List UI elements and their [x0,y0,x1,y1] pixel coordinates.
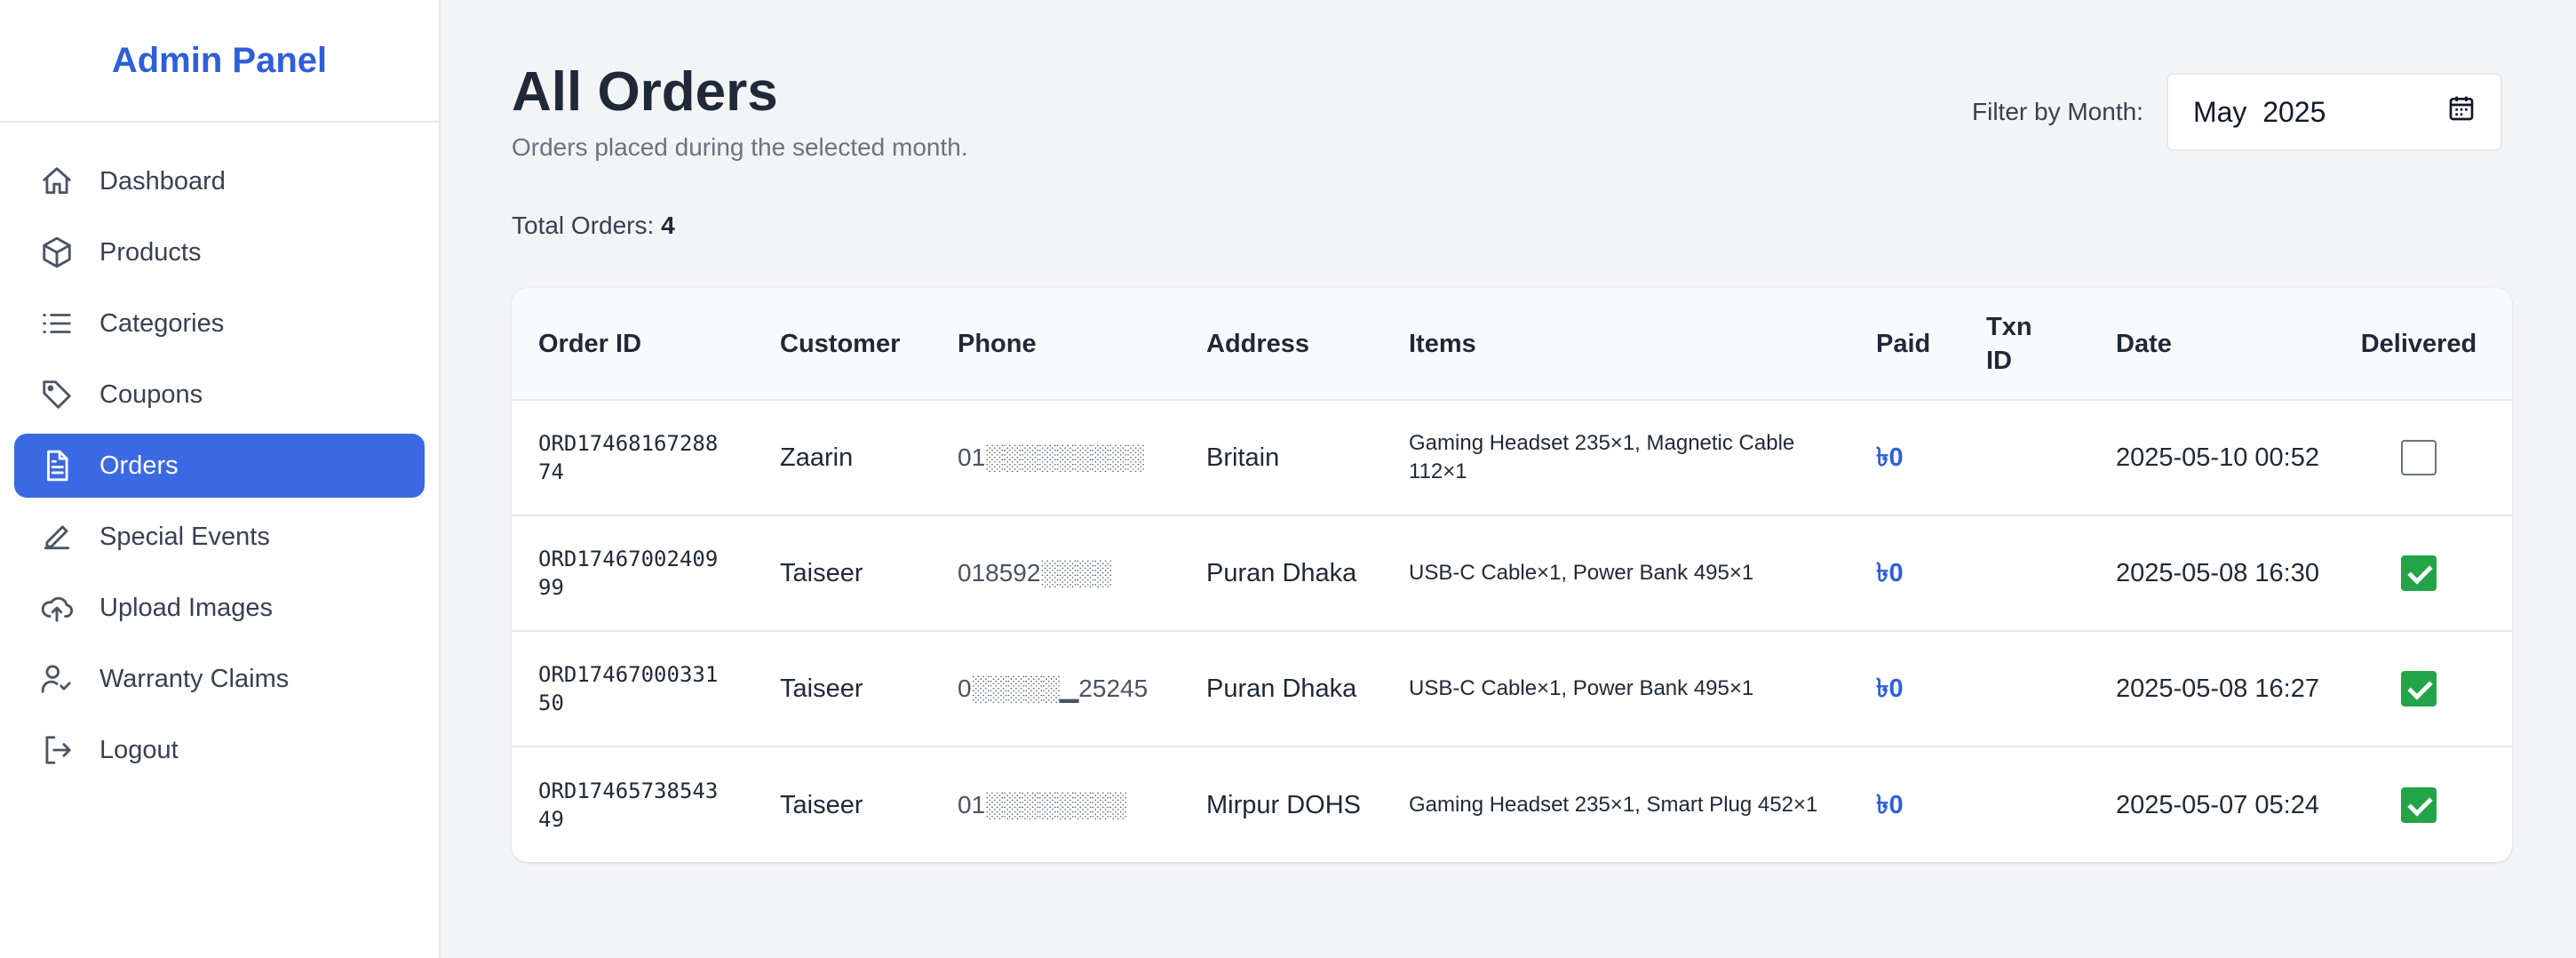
items: Gaming Headset 235×1, Smart Plug 452×1 [1409,792,1818,817]
total-orders-label: Total Orders: [512,212,655,239]
paid: ৳0 [1876,675,1904,703]
items: USB-C Cable×1, Power Bank 495×1 [1409,561,1754,585]
logout-icon [39,732,75,768]
delivered-cell [2326,631,2512,746]
user-check-icon [39,661,75,697]
address: Mirpur DOHS [1206,790,1362,819]
sidebar: Admin Panel Dashboard Products Categorie… [0,0,441,958]
pen-icon [39,519,75,555]
date: 2025-05-08 16:30 [2116,559,2319,587]
sidebar-item-label: Warranty Claims [99,664,290,693]
date: 2025-05-07 05:24 [2116,790,2319,819]
phone: 018592░░░░ [958,559,1111,587]
customer: Taiseer [780,790,863,819]
address: Puran Dhaka [1206,675,1357,703]
sidebar-item-label: Upload Images [99,593,274,622]
paid: ৳0 [1876,790,1904,819]
table-header-row: Order ID Customer Phone Address Items Pa… [512,288,2512,400]
customer: Taiseer [780,675,863,703]
column-header-delivered: Delivered [2360,329,2477,358]
column-header-items: Items [1409,329,1476,358]
delivered-checkbox[interactable] [2401,555,2437,592]
order-id: ORD17467002409 99 [538,547,719,600]
calendar-icon[interactable] [2447,94,2476,130]
sidebar-item-label: Dashboard [99,166,226,196]
sidebar-item-categories[interactable]: Categories [14,291,425,355]
total-orders-value: 4 [661,212,675,239]
sidebar-item-label: Coupons [99,379,203,409]
sidebar-item-coupons[interactable]: Coupons [14,363,425,427]
column-header-order-id: Order ID [538,329,642,358]
items: USB-C Cable×1, Power Bank 495×1 [1409,676,1754,700]
sidebar-item-special-events[interactable]: Special Events [14,505,425,569]
order-id: ORD17465738543 49 [538,778,719,832]
txn-id [1960,746,2089,862]
brand-title[interactable]: Admin Panel [112,41,327,81]
delivered-cell [2326,746,2512,862]
home-icon [39,164,75,199]
paid: ৳0 [1876,559,1904,587]
txn-id [1960,515,2089,631]
customer: Taiseer [780,559,863,587]
total-orders: Total Orders: 4 [512,212,675,240]
phone: 01░░░░░░░░░ [958,443,1144,471]
document-icon [39,448,75,483]
table-row: ORD17468167288 74 Zaarin 01░░░░░░░░░ Bri… [512,400,2512,515]
customer: Zaarin [780,443,854,472]
column-header-phone: Phone [958,329,1037,358]
table-row: ORD17467000331 50 Taiseer 0░░░░░▁25245 P… [512,631,2512,746]
txn-id [1960,400,2089,515]
delivered-checkbox[interactable] [2401,671,2437,707]
sidebar-item-logout[interactable]: Logout [14,718,425,782]
month-value: May 2025 [2192,95,2326,128]
sidebar-item-label: Categories [99,308,225,338]
filter-label: Filter by Month: [1972,98,2143,125]
sidebar-nav: Dashboard Products Categories Coupons Or… [0,123,439,782]
order-id: ORD17468167288 74 [538,431,719,484]
delivered-checkbox[interactable] [2401,440,2437,476]
month-filter: Filter by Month: May 2025 [1972,73,2502,151]
sidebar-item-dashboard[interactable]: Dashboard [14,149,425,213]
sidebar-item-label: Logout [99,735,179,764]
column-header-date: Date [2116,329,2172,358]
delivered-cell [2326,515,2512,631]
box-icon [39,235,75,270]
sidebar-item-label: Products [99,237,202,267]
list-icon [39,306,75,341]
orders-table-card: Order ID Customer Phone Address Items Pa… [512,288,2512,862]
paid: ৳0 [1876,443,1904,472]
order-id: ORD17467000331 50 [538,662,719,715]
sidebar-item-label: Special Events [99,522,270,551]
sidebar-item-upload-images[interactable]: Upload Images [14,576,425,640]
table-row: ORD17465738543 49 Taiseer 01░░░░░░░░ Mir… [512,746,2512,862]
month-input[interactable]: May 2025 [2166,73,2502,151]
items: Gaming Headset 235×1, Magnetic Cable 112… [1409,431,1795,483]
column-header-customer: Customer [780,329,901,358]
cloud-upload-icon [39,590,75,626]
phone: 01░░░░░░░░ [958,790,1126,818]
tag-icon [39,377,75,412]
sidebar-item-products[interactable]: Products [14,220,425,284]
date: 2025-05-08 16:27 [2116,675,2319,703]
brand: Admin Panel [0,0,439,123]
page-title: All Orders [512,61,778,123]
orders-table: Order ID Customer Phone Address Items Pa… [512,288,2512,862]
column-header-paid: Paid [1876,329,1931,358]
page-subtitle: Orders placed during the selected month. [512,133,968,161]
delivered-checkbox[interactable] [2401,786,2437,823]
date: 2025-05-10 00:52 [2116,443,2319,472]
column-header-address: Address [1206,329,1310,358]
address: Britain [1206,443,1280,472]
phone: 0░░░░░▁25245 [958,675,1149,702]
delivered-cell [2326,400,2512,515]
sidebar-item-orders[interactable]: Orders [14,434,425,498]
address: Puran Dhaka [1206,559,1357,587]
sidebar-item-warranty-claims[interactable]: Warranty Claims [14,647,425,711]
sidebar-item-label: Orders [99,451,179,480]
txn-id [1960,631,2089,746]
column-header-txn-id: Txn ID [1986,312,2032,375]
table-row: ORD17467002409 99 Taiseer 018592░░░░ Pur… [512,515,2512,631]
